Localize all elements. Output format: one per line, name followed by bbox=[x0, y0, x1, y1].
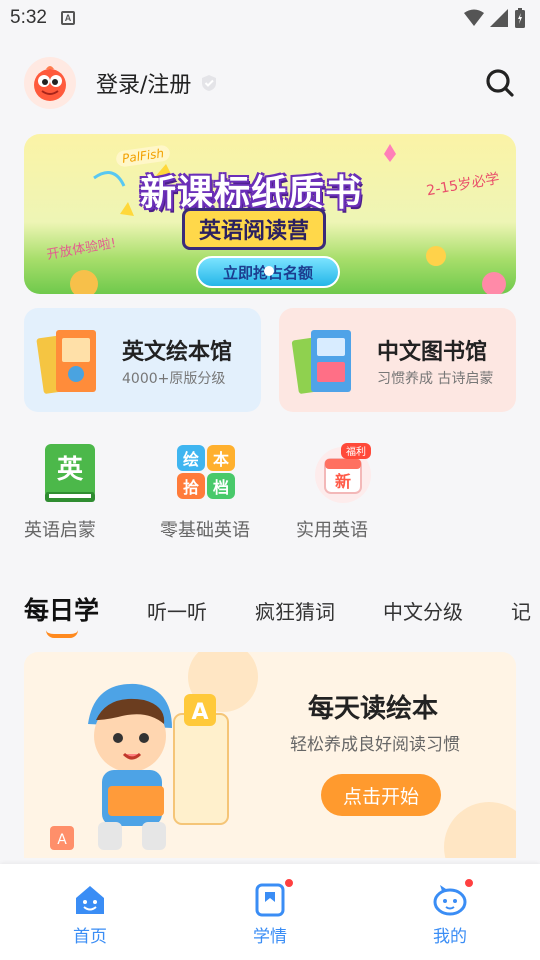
tab-listen[interactable]: 听一听 bbox=[147, 588, 207, 625]
login-register-link[interactable]: 登录/注册 bbox=[96, 67, 191, 99]
nav-label: 学情 bbox=[253, 927, 287, 947]
new-gift-icon: 新 福利 bbox=[310, 440, 376, 506]
svg-text:A: A bbox=[57, 832, 67, 848]
study-report-icon bbox=[255, 883, 285, 917]
card-title: 英文绘本馆 bbox=[122, 340, 233, 365]
tab-more-partial[interactable]: 记 bbox=[511, 588, 531, 625]
carousel-indicator bbox=[264, 266, 274, 276]
card-subtitle: 习惯养成 古诗启蒙 bbox=[377, 371, 494, 387]
glyph-hui: 绘 bbox=[183, 450, 199, 469]
daily-reading-card[interactable]: A A 每天读绘本 轻松养成良好阅读习惯 点击开始 bbox=[24, 652, 516, 858]
english-glyph: 英 bbox=[57, 455, 84, 485]
new-glyph: 新 bbox=[335, 472, 351, 491]
quick-entry-english-enlightenment[interactable]: 英 英语启蒙 bbox=[24, 440, 160, 542]
tab-label: 疯狂猜词 bbox=[255, 600, 336, 624]
wifi-icon bbox=[464, 9, 484, 26]
active-tab-indicator bbox=[46, 630, 78, 638]
content-tabs: 每日学 听一听 疯狂猜词 中文分级 记 bbox=[24, 588, 540, 638]
verify-badge-icon bbox=[202, 75, 217, 91]
nav-home[interactable]: 首页 bbox=[0, 864, 180, 960]
sim-icon: A bbox=[60, 11, 75, 25]
top-header: 登录/注册 bbox=[0, 36, 540, 130]
study-report-icon-wrap bbox=[252, 878, 294, 918]
library-cards: 英文绘本馆 4000+原版分级 中文图书馆 习惯养成 古诗启蒙 bbox=[24, 308, 516, 412]
english-picture-book-card[interactable]: 英文绘本馆 4000+原版分级 bbox=[24, 308, 261, 412]
quick-entry-practical-english[interactable]: 新 福利 实用英语 bbox=[296, 440, 432, 542]
profile-icon-wrap bbox=[432, 878, 474, 918]
english-book-icon: 英 bbox=[38, 440, 104, 506]
bottom-nav: 首页 学情 我的 bbox=[0, 864, 540, 960]
tab-word-guess[interactable]: 疯狂猜词 bbox=[255, 588, 335, 625]
home-icon bbox=[76, 886, 104, 914]
card-title: 中文图书馆 bbox=[377, 340, 488, 365]
tab-label: 听一听 bbox=[147, 600, 208, 624]
quick-entry-label: 实用英语 bbox=[296, 520, 368, 541]
nav-label: 首页 bbox=[73, 927, 107, 947]
start-button[interactable]: 点击开始 bbox=[321, 774, 441, 816]
chinese-books-icon bbox=[291, 330, 351, 394]
reading-boy-illustration: A A bbox=[50, 683, 229, 850]
quick-entry-label: 零基础英语 bbox=[160, 520, 250, 541]
badge-dot bbox=[284, 878, 294, 888]
glyph-dang: 档 bbox=[213, 478, 229, 497]
card-subtitle: 4000+原版分级 bbox=[122, 371, 226, 387]
fish-mascot-icon bbox=[34, 66, 66, 101]
battery-icon bbox=[515, 8, 525, 28]
tab-label: 每日学 bbox=[24, 596, 100, 625]
picture-book-icon: 绘 本 拾 档 bbox=[174, 440, 240, 506]
quick-entry-label: 英语启蒙 bbox=[24, 520, 96, 541]
status-bar: 5:32 A bbox=[0, 0, 540, 36]
tab-label: 记 bbox=[511, 600, 532, 624]
tab-chinese-graded[interactable]: 中文分级 bbox=[383, 588, 463, 625]
svg-text:A: A bbox=[191, 700, 208, 725]
banner-subtitle: 英语阅读营 bbox=[182, 208, 327, 250]
signal-icon bbox=[490, 9, 508, 27]
promo-banner[interactable]: PalFish 新课标纸质书 英语阅读营 2-15岁必学 开放体验啦! 立即抢占… bbox=[24, 134, 516, 294]
quick-entries: 英 英语启蒙 绘 本 拾 档 零基础英语 新 福利 实用英语 bbox=[24, 440, 432, 542]
profile-icon bbox=[433, 885, 467, 916]
avatar[interactable] bbox=[24, 57, 76, 109]
glyph-shi: 拾 bbox=[183, 478, 199, 497]
status-time: 5:32 bbox=[10, 7, 47, 28]
tab-daily-learn[interactable]: 每日学 bbox=[24, 588, 100, 638]
chinese-library-card[interactable]: 中文图书馆 习惯养成 古诗启蒙 bbox=[279, 308, 516, 412]
daily-title: 每天读绘本 bbox=[308, 694, 439, 724]
daily-subtitle: 轻松养成良好阅读习惯 bbox=[290, 735, 460, 755]
tab-label: 中文分级 bbox=[383, 600, 464, 624]
badge-dot bbox=[464, 878, 474, 888]
quick-entry-zero-basics-english[interactable]: 绘 本 拾 档 零基础英语 bbox=[160, 440, 296, 542]
glyph-ben: 本 bbox=[213, 450, 229, 469]
decor-blob bbox=[444, 802, 516, 858]
english-books-icon bbox=[36, 330, 96, 394]
welfare-badge: 福利 bbox=[346, 445, 366, 458]
nav-study-report[interactable]: 学情 bbox=[180, 864, 360, 960]
nav-profile[interactable]: 我的 bbox=[360, 864, 540, 960]
nav-label: 我的 bbox=[433, 927, 467, 947]
search-icon[interactable] bbox=[484, 67, 516, 99]
